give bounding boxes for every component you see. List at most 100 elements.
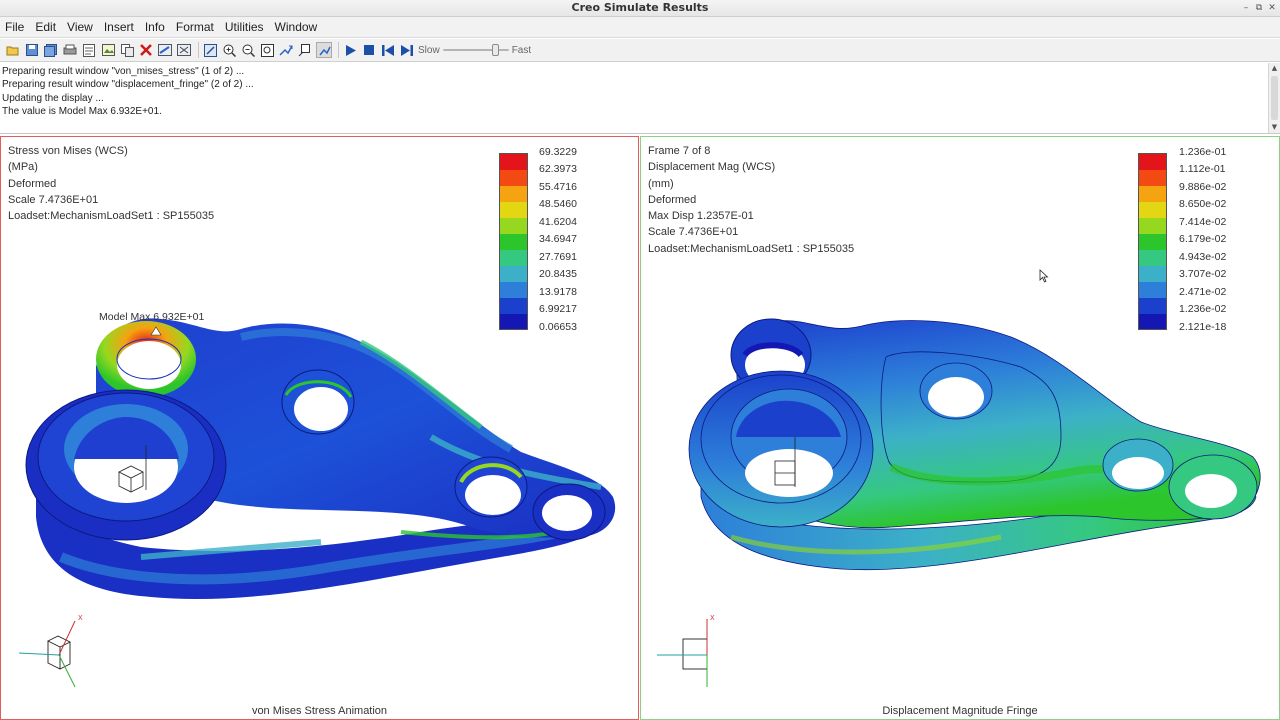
stress-info-block: Stress von Mises (WCS) (MPa) Deformed Sc… [8, 143, 214, 224]
speed-slow-label: Slow [418, 44, 440, 56]
refit-icon[interactable] [202, 42, 218, 58]
window-footer-title: Displacement Magnitude Fringe [882, 705, 1038, 717]
scroll-up-icon[interactable]: ▲ [1269, 63, 1280, 74]
minimize-icon[interactable]: – [1240, 2, 1252, 14]
message-line: The value is Model Max 6.932E+01. [2, 106, 162, 117]
legend-value: 48.5460 [539, 198, 577, 210]
triad-x-label: X [710, 615, 715, 622]
close-icon[interactable]: ✕ [1266, 2, 1278, 14]
legend-value: 55.4716 [539, 181, 577, 193]
loadset-label: Loadset:MechanismLoadSet1 : SP155035 [648, 242, 855, 255]
toolbar-separator [198, 42, 199, 58]
displacement-fringe-window[interactable]: Frame 7 of 8 Displacement Mag (WCS) (mm)… [640, 136, 1280, 720]
zoom-in-icon[interactable] [221, 42, 237, 58]
legend-value: 7.414e-02 [1179, 216, 1227, 228]
zoom-out-icon[interactable] [240, 42, 256, 58]
legend-color-band [1139, 202, 1166, 218]
menu-edit[interactable]: Edit [35, 19, 56, 35]
toolbar-separator [338, 42, 339, 58]
legend-value: 3.707e-02 [1179, 268, 1227, 280]
frame-counter-label: Frame 7 of 8 [648, 145, 711, 157]
export-image-icon[interactable] [100, 42, 116, 58]
result-quantity-label: Stress von Mises (WCS) [8, 145, 128, 157]
legend-value: 1.112e-01 [1179, 163, 1226, 175]
delete-icon[interactable] [138, 42, 154, 58]
coordinate-triad-icon: X [18, 615, 83, 688]
units-label: (mm) [648, 177, 674, 190]
window-footer-title: von Mises Stress Animation [251, 705, 388, 717]
last-frame-icon[interactable] [399, 42, 415, 58]
legend-value: 6.179e-02 [1179, 233, 1227, 245]
report-icon[interactable] [81, 42, 97, 58]
slider-thumb[interactable] [491, 44, 499, 56]
animate-settings-icon[interactable] [316, 42, 332, 58]
animation-speed-slider[interactable] [442, 42, 509, 58]
menu-utilities[interactable]: Utilities [225, 19, 264, 35]
message-line: Preparing result window "von_mises_stres… [2, 66, 245, 77]
orient-icon[interactable] [297, 42, 313, 58]
legend-value: 6.99217 [539, 303, 577, 315]
menu-insert[interactable]: Insert [104, 19, 134, 35]
legend-color-band [1139, 186, 1166, 202]
menu-file[interactable]: File [5, 19, 24, 35]
legend-value: 27.7691 [539, 251, 577, 263]
units-label: (MPa) [8, 161, 38, 174]
copy-icon[interactable] [119, 42, 135, 58]
legend-color-band [1139, 170, 1166, 186]
scroll-thumb[interactable] [1271, 76, 1278, 120]
message-scrollbar[interactable]: ▲ ▼ [1268, 63, 1280, 133]
triad-x-label: X [78, 615, 83, 622]
legend-color-band [1139, 282, 1166, 298]
scroll-down-icon[interactable]: ▼ [1269, 122, 1280, 133]
first-frame-icon[interactable] [380, 42, 396, 58]
displacement-legend-colorbar [1138, 153, 1167, 330]
message-area: Preparing result window "von_mises_stres… [0, 63, 1280, 134]
menu-info[interactable]: Info [145, 19, 165, 35]
zoom-window-icon[interactable] [259, 42, 275, 58]
legend-value: 34.6947 [539, 233, 577, 245]
legend-color-band [500, 266, 527, 282]
scale-label: Scale 7.4736E+01 [8, 193, 99, 206]
pan-icon[interactable] [278, 42, 294, 58]
legend-color-band [1139, 250, 1166, 266]
legend-value: 2.121e-18 [1179, 321, 1227, 333]
legend-color-band [1139, 314, 1166, 329]
creo-simulate-results-window: Creo Simulate Results – ⧉ ✕ File Edit Vi… [0, 0, 1280, 720]
legend-color-band [1139, 298, 1166, 314]
settings-window-icon[interactable] [176, 42, 192, 58]
play-icon[interactable] [342, 42, 358, 58]
stop-icon[interactable] [361, 42, 377, 58]
restore-icon[interactable]: ⧉ [1253, 2, 1265, 14]
von-mises-stress-window[interactable]: Stress von Mises (WCS) (MPa) Deformed Sc… [0, 136, 639, 720]
save-icon[interactable] [24, 42, 40, 58]
legend-value: 1.236e-01 [1179, 146, 1227, 158]
legend-value: 8.650e-02 [1179, 198, 1227, 210]
stress-legend-colorbar [499, 153, 528, 330]
legend-value: 0.06653 [539, 321, 577, 333]
open-folder-icon[interactable] [5, 42, 21, 58]
legend-color-band [1139, 218, 1166, 234]
save-all-icon[interactable] [43, 42, 59, 58]
legend-value: 1.236e-02 [1179, 303, 1227, 315]
edit-window-icon[interactable] [157, 42, 173, 58]
loadset-label: Loadset:MechanismLoadSet1 : SP155035 [8, 210, 215, 223]
menu-format[interactable]: Format [176, 19, 214, 35]
legend-value: 4.943e-02 [1179, 251, 1227, 263]
max-disp-label: Max Disp 1.2357E-01 [648, 210, 754, 223]
mouse-cursor-icon [1039, 269, 1049, 283]
displacement-info-block: Frame 7 of 8 Displacement Mag (WCS) (mm)… [648, 143, 854, 257]
legend-value: 62.3973 [539, 163, 577, 175]
menu-window[interactable]: Window [275, 19, 318, 35]
menu-view[interactable]: View [67, 19, 93, 35]
legend-value: 20.8435 [539, 268, 577, 280]
speed-fast-label: Fast [511, 44, 532, 56]
slider-track [442, 49, 509, 51]
message-line: Preparing result window "displacement_fr… [2, 79, 254, 90]
message-line: Updating the display ... [2, 93, 104, 104]
print-icon[interactable] [62, 42, 78, 58]
legend-color-band [500, 298, 527, 314]
legend-color-band [500, 170, 527, 186]
legend-color-band [500, 282, 527, 298]
legend-value: 41.6204 [539, 216, 577, 228]
legend-color-band [500, 234, 527, 250]
